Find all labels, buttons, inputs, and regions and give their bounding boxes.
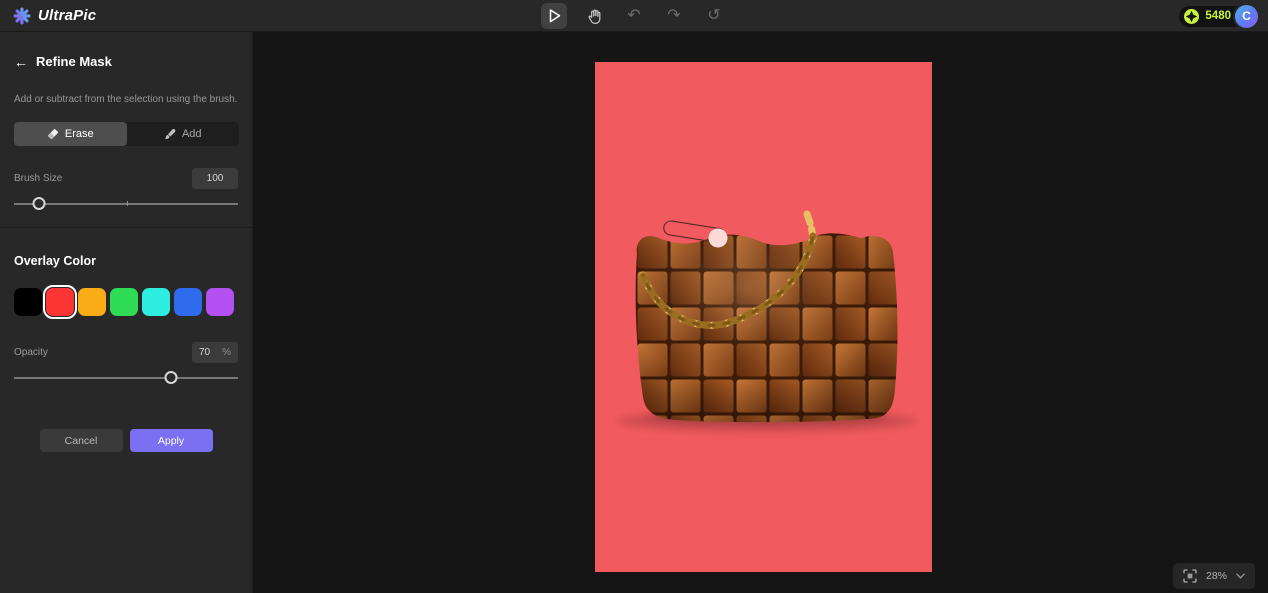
cursor-icon xyxy=(544,6,564,26)
app-logo[interactable]: UltraPic xyxy=(0,7,96,25)
zoom-level: 28% xyxy=(1206,570,1227,582)
main-toolbar: ↶ ↷ ↺ xyxy=(541,0,727,32)
opacity-slider-knob[interactable] xyxy=(164,371,177,384)
undo-button[interactable]: ↶ xyxy=(621,3,647,29)
redo-icon: ↷ xyxy=(667,8,680,24)
slider-midpoint-tick xyxy=(127,201,128,206)
refine-mask-panel: ← Refine Mask Add or subtract from the s… xyxy=(0,32,253,593)
editor-canvas[interactable]: 28% xyxy=(253,32,1268,593)
undo-icon: ↶ xyxy=(627,8,640,24)
color-swatch-purple[interactable] xyxy=(206,288,234,316)
brush-size-label: Brush Size xyxy=(14,173,62,184)
hand-icon xyxy=(585,7,604,26)
slider-track xyxy=(14,377,238,379)
add-mode-button[interactable]: Add xyxy=(127,122,240,146)
panel-actions: Cancel Apply xyxy=(14,429,238,452)
overlay-color-swatches xyxy=(14,288,238,316)
hand-tool-button[interactable] xyxy=(581,3,607,29)
opacity-value: 70 xyxy=(199,347,210,358)
opacity-label: Opacity xyxy=(14,347,48,358)
avatar-initial: C xyxy=(1242,9,1251,23)
brush-size-row: Brush Size 100 xyxy=(14,168,238,189)
redo-button[interactable]: ↷ xyxy=(661,3,687,29)
brush-size-value: 100 xyxy=(207,173,224,184)
zoom-control[interactable]: 28% xyxy=(1173,563,1255,589)
woven-bag xyxy=(636,233,898,422)
back-arrow-icon: ← xyxy=(14,55,28,69)
eraser-icon xyxy=(47,128,59,140)
color-swatch-green[interactable] xyxy=(110,288,138,316)
brush-cursor xyxy=(709,229,728,248)
panel-title: Refine Mask xyxy=(36,54,112,69)
fit-to-screen-icon xyxy=(1183,569,1197,583)
color-swatch-blue[interactable] xyxy=(174,288,202,316)
credits-count: 5480 xyxy=(1205,10,1231,22)
section-divider xyxy=(0,227,252,228)
erase-label: Erase xyxy=(65,128,94,140)
credits-coin-icon xyxy=(1184,9,1199,24)
cancel-button[interactable]: Cancel xyxy=(40,429,123,452)
app-header: UltraPic ↶ ↷ ↺ xyxy=(0,0,1268,32)
select-tool-button[interactable] xyxy=(541,3,567,29)
erase-mode-button[interactable]: Erase xyxy=(14,122,127,146)
color-swatch-black[interactable] xyxy=(14,288,42,316)
color-swatch-cyan[interactable] xyxy=(142,288,170,316)
ultrapic-logo-icon xyxy=(13,7,31,25)
opacity-unit: % xyxy=(222,347,231,358)
header-right: 5480 C xyxy=(1179,0,1258,32)
slider-track xyxy=(14,203,238,205)
app-title: UltraPic xyxy=(38,7,96,24)
opacity-slider[interactable] xyxy=(14,371,238,385)
overlay-color-title: Overlay Color xyxy=(14,254,238,268)
brush-icon xyxy=(164,128,176,140)
add-label: Add xyxy=(182,128,202,140)
apply-button[interactable]: Apply xyxy=(130,429,213,452)
color-swatch-orange[interactable] xyxy=(78,288,106,316)
reset-icon: ↺ xyxy=(707,8,720,24)
color-swatch-red[interactable] xyxy=(46,288,74,316)
brush-size-input[interactable]: 100 xyxy=(192,168,238,189)
opacity-row: Opacity 70 % xyxy=(14,342,238,363)
chevron-down-icon xyxy=(1236,573,1245,579)
brush-size-slider[interactable] xyxy=(14,197,238,211)
user-avatar[interactable]: C xyxy=(1235,5,1258,28)
brush-size-slider-knob[interactable] xyxy=(32,197,45,210)
photo-woven-bag[interactable] xyxy=(595,62,932,572)
reset-button[interactable]: ↺ xyxy=(701,3,727,29)
brush-mode-toggle: Erase Add xyxy=(14,122,239,146)
opacity-input[interactable]: 70 % xyxy=(192,342,238,363)
back-button[interactable]: ← Refine Mask xyxy=(14,54,238,69)
panel-description: Add or subtract from the selection using… xyxy=(14,93,238,106)
